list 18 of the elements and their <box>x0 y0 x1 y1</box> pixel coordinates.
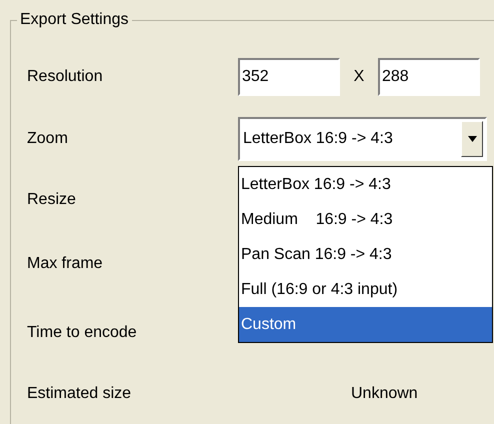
dropdown-option[interactable]: Custom <box>239 307 492 342</box>
group-title: Export Settings <box>17 10 132 30</box>
dropdown-option[interactable]: LetterBox 16:9 -> 4:3 <box>239 167 492 202</box>
field-label: Zoom <box>26 130 69 148</box>
field-label: Resize <box>26 191 77 209</box>
dropdown-arrow-icon <box>468 136 476 142</box>
field-value: Unknown <box>351 385 418 403</box>
field-label: Max frame <box>26 255 104 273</box>
field-label: Resolution <box>26 68 104 86</box>
zoom-dropdown[interactable]: LetterBox 16:9 -> 4:3 <box>238 116 487 160</box>
dropdown-option[interactable]: Full (16:9 or 4:3 input) <box>239 272 492 307</box>
field-label: Estimated size <box>26 385 132 403</box>
field-label: Time to encode <box>26 324 138 342</box>
dropdown-option[interactable]: Medium 16:9 -> 4:3 <box>239 202 492 237</box>
dropdown-option[interactable]: Pan Scan 16:9 -> 4:3 <box>239 237 492 272</box>
separator-label: X <box>352 68 366 86</box>
width-input[interactable]: 352 <box>238 58 340 96</box>
height-input[interactable]: 288 <box>378 58 480 96</box>
